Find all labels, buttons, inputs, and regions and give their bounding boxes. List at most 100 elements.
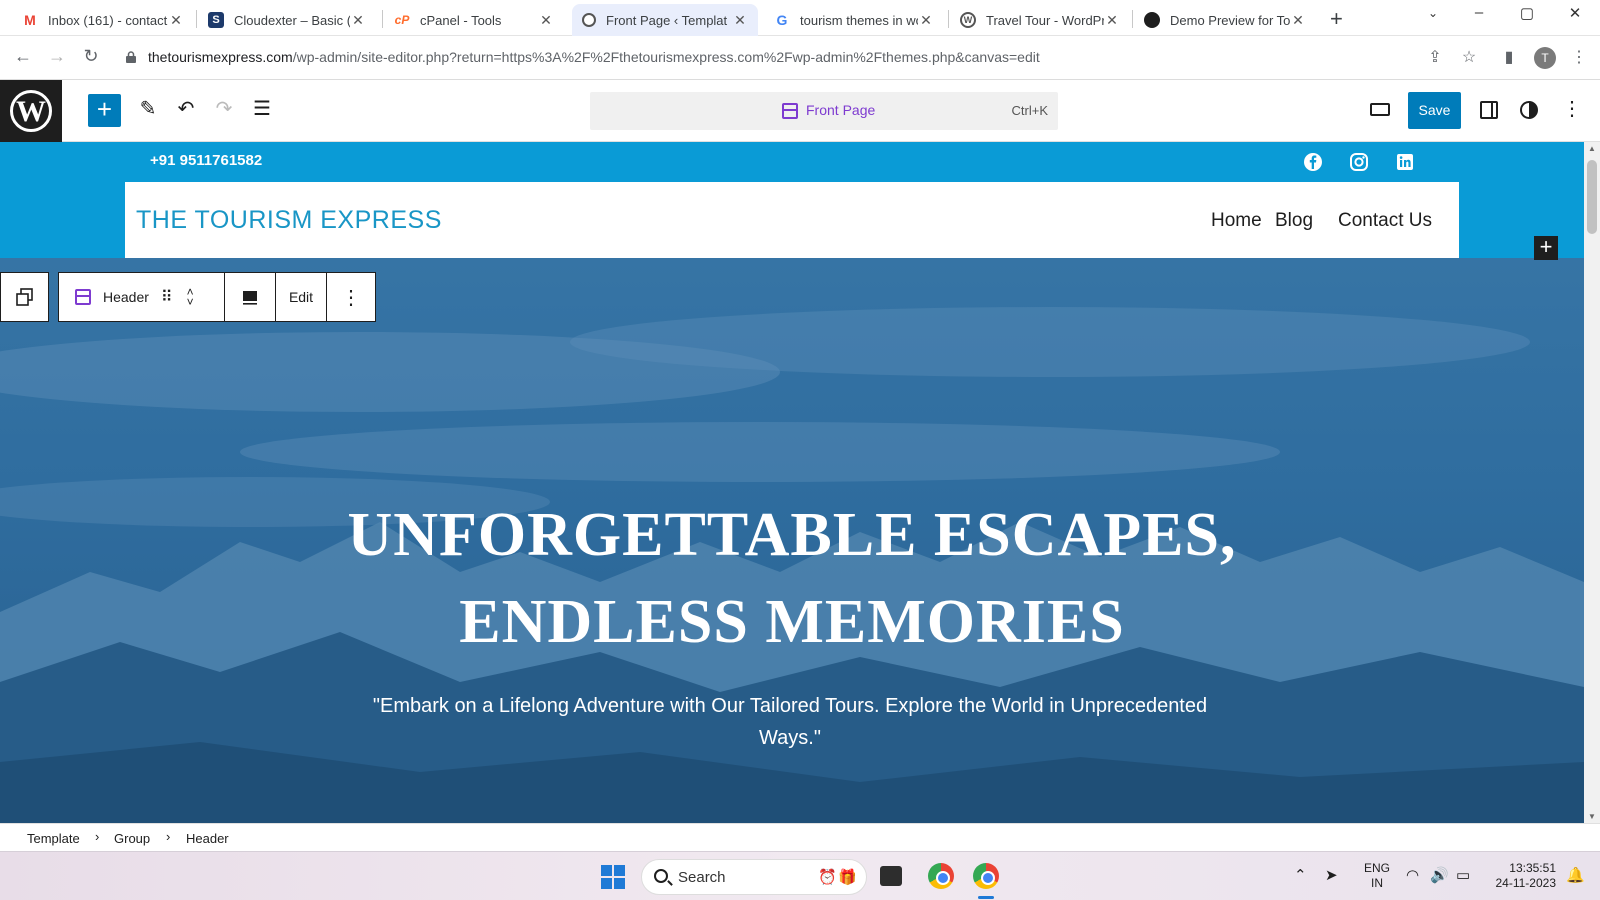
device-preview-icon[interactable]	[1370, 103, 1390, 116]
notification-bell-icon[interactable]: 🔔	[1566, 866, 1585, 884]
tab-title: Demo Preview for To	[1170, 12, 1290, 28]
site-header[interactable]: THE TOURISM EXPRESS Home Blog Contact Us	[125, 182, 1459, 258]
block-toolbar: Header ⠿ ˄ ˅ Edit ⋮	[58, 272, 376, 322]
instagram-icon[interactable]	[1348, 151, 1370, 173]
tab-title: Cloudexter – Basic (th	[234, 12, 350, 28]
move-up-down-icon[interactable]: ˄ ˅	[187, 286, 194, 308]
facebook-icon[interactable]	[1302, 151, 1324, 173]
settings-sidebar-icon[interactable]	[1480, 101, 1498, 119]
wifi-icon[interactable]: ◠	[1406, 866, 1419, 884]
url-host: thetourismexpress.com	[148, 49, 293, 65]
block-breadcrumb: Template › Group › Header	[0, 823, 1600, 851]
side-panel-icon[interactable]: ▮	[1498, 47, 1520, 67]
tab-cpanel[interactable]: cP cPanel - Tools ✕	[384, 4, 564, 36]
bookmark-star-icon[interactable]: ☆	[1458, 47, 1480, 67]
windows-start-icon[interactable]	[601, 865, 625, 889]
close-window-icon[interactable]: ✕	[1560, 4, 1590, 22]
editor-canvas[interactable]: +91 9511761582 THE TOURISM EXPRESS Home …	[0, 142, 1584, 823]
wordpress-logo-button[interactable]: W	[0, 80, 62, 142]
hero-headline-line2[interactable]: ENDLESS MEMORIES	[0, 587, 1584, 658]
breadcrumb-group[interactable]: Group	[114, 831, 150, 846]
close-tab-icon[interactable]: ✕	[538, 12, 554, 29]
reload-icon[interactable]: ↻	[78, 46, 104, 67]
header-side-fill	[1459, 182, 1584, 258]
maximize-icon[interactable]: ▢	[1512, 4, 1542, 22]
tray-overflow-icon[interactable]: ⌃	[1294, 866, 1307, 884]
profile-avatar[interactable]: T	[1534, 47, 1556, 69]
clock[interactable]: 13:35:51 24-11-2023	[1486, 861, 1557, 891]
chrome-menu-icon[interactable]: ⋮	[1568, 47, 1590, 67]
cloudexter-icon: S	[208, 12, 224, 28]
close-tab-icon[interactable]: ✕	[732, 12, 748, 29]
save-button[interactable]: Save	[1408, 92, 1461, 129]
tab-google-search[interactable]: G tourism themes in wo ✕	[764, 4, 944, 36]
close-tab-icon[interactable]: ✕	[350, 12, 366, 29]
tab-search-chevron-icon[interactable]: ⌄	[1418, 6, 1448, 20]
close-tab-icon[interactable]: ✕	[1104, 12, 1120, 29]
linkedin-icon[interactable]	[1394, 151, 1416, 173]
tab-title: cPanel - Tools	[420, 12, 502, 28]
list-view-icon[interactable]: ☰	[248, 96, 276, 121]
hero-headline-line1[interactable]: UNFORGETTABLE ESCAPES,	[0, 500, 1584, 571]
wordpress-icon: W	[960, 12, 976, 28]
breadcrumb-header[interactable]: Header	[186, 831, 229, 846]
volume-icon[interactable]: 🔊	[1430, 866, 1449, 884]
editor-header: W + ✎ ↶ ↷ ☰ Front Page Ctrl+K Save ⋮	[0, 80, 1600, 142]
share-icon[interactable]: ⇪	[1424, 47, 1446, 67]
minimize-icon[interactable]: –	[1464, 4, 1494, 21]
scroll-up-icon[interactable]: ▲	[1588, 144, 1596, 153]
styles-icon[interactable]	[1520, 101, 1538, 119]
tab-demo-preview[interactable]: Demo Preview for To ✕	[1134, 4, 1316, 36]
options-menu-icon[interactable]: ⋮	[1562, 96, 1582, 121]
battery-icon[interactable]: ▭	[1456, 866, 1470, 884]
new-tab-icon[interactable]: +	[1330, 6, 1343, 32]
language-code: ENG	[1363, 861, 1390, 875]
scroll-down-icon[interactable]: ▼	[1588, 812, 1596, 821]
tab-front-page[interactable]: Front Page ‹ Templat ✕	[572, 4, 758, 36]
tab-title: Inbox (161) - contact	[48, 12, 168, 28]
tab-gmail[interactable]: M Inbox (161) - contact ✕	[12, 4, 194, 36]
tab-travel-tour[interactable]: W Travel Tour - WordPr ✕	[950, 4, 1130, 36]
address-bar: ← → ↻ thetourismexpress.com/wp-admin/sit…	[0, 36, 1600, 80]
search-label: Search	[678, 869, 726, 886]
forward-icon[interactable]: →	[44, 46, 70, 67]
location-icon[interactable]: ➤	[1325, 866, 1338, 884]
chrome-app-icon[interactable]	[928, 863, 954, 889]
block-type-button[interactable]: Header ⠿ ˄ ˅	[59, 273, 225, 321]
breadcrumb-template[interactable]: Template	[27, 831, 80, 846]
task-view-icon[interactable]	[880, 866, 902, 886]
block-inserter-button[interactable]: +	[1534, 236, 1558, 260]
drag-handle-icon[interactable]: ⠿	[161, 287, 173, 307]
block-options-icon[interactable]: ⋮	[327, 273, 375, 321]
language-indicator[interactable]: ENG IN	[1362, 861, 1392, 891]
add-block-button[interactable]: +	[88, 94, 121, 127]
close-tab-icon[interactable]: ✕	[1290, 12, 1306, 29]
command-palette-button[interactable]: Front Page Ctrl+K	[590, 92, 1058, 130]
tab-cloudexter[interactable]: S Cloudexter – Basic (th ✕	[198, 4, 376, 36]
url-field[interactable]: thetourismexpress.com/wp-admin/site-edit…	[148, 49, 1040, 65]
back-icon[interactable]: ←	[10, 46, 36, 67]
nav-home[interactable]: Home	[1211, 210, 1262, 232]
align-button[interactable]	[225, 273, 276, 321]
nav-blog[interactable]: Blog	[1275, 210, 1313, 232]
tab-separator	[948, 10, 949, 28]
edit-button[interactable]: Edit	[276, 273, 327, 321]
taskbar-search[interactable]: Search ⏰ 🎁	[641, 859, 867, 895]
tab-title: Travel Tour - WordPr	[986, 12, 1104, 28]
redo-icon[interactable]: ↷	[210, 96, 238, 121]
keyboard-shortcut: Ctrl+K	[1011, 103, 1048, 118]
align-full-icon	[243, 291, 257, 305]
nav-contact-us[interactable]: Contact Us	[1338, 210, 1432, 232]
chrome-profile-app-icon[interactable]	[973, 863, 999, 889]
tab-title: Front Page ‹ Templat	[606, 12, 728, 28]
close-tab-icon[interactable]: ✕	[168, 12, 184, 29]
select-parent-button[interactable]	[1, 273, 49, 321]
close-tab-icon[interactable]: ✕	[918, 12, 934, 29]
site-title[interactable]: THE TOURISM EXPRESS	[136, 206, 442, 235]
tools-pencil-icon[interactable]: ✎	[134, 96, 162, 121]
scrollbar-thumb[interactable]	[1587, 160, 1597, 234]
canvas-scrollbar[interactable]: ▲ ▼	[1584, 142, 1600, 823]
hero-tagline[interactable]: "Embark on a Lifelong Adventure with Our…	[370, 690, 1210, 754]
lock-icon[interactable]	[126, 51, 136, 63]
undo-icon[interactable]: ↶	[172, 96, 200, 121]
